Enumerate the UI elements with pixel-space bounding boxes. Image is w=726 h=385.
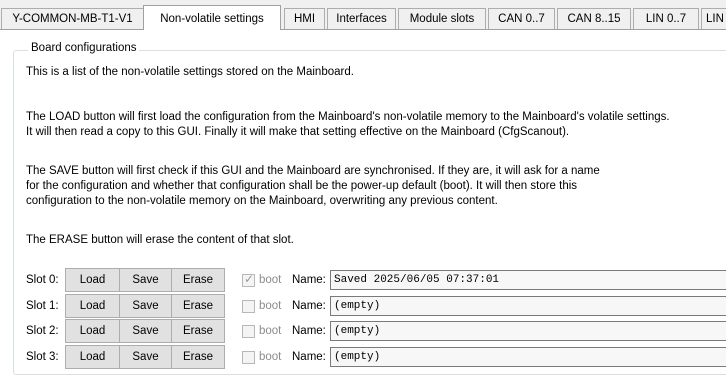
- load-description-line-1: The LOAD button will first load the conf…: [26, 111, 670, 123]
- tab-bar: Y-COMMON-MB-T1-V1 Non-volatile settings …: [0, 0, 726, 30]
- slot-3-boot-label: boot: [259, 351, 282, 363]
- slot-2-boot-checkbox[interactable]: [242, 325, 255, 338]
- slot-0-name-field[interactable]: Saved 2025/06/05 07:37:01: [330, 270, 726, 290]
- slot-0-load-button[interactable]: Load: [65, 268, 120, 292]
- save-description-line-3: configuration to the non-volatile memory…: [26, 195, 498, 207]
- slot-2-save-button[interactable]: Save: [119, 319, 172, 343]
- tab-interfaces[interactable]: Interfaces: [327, 8, 396, 29]
- slot-2-erase-button[interactable]: Erase: [171, 319, 225, 343]
- intro-text: This is a list of the non-volatile setti…: [26, 66, 354, 78]
- group-title: Board configurations: [28, 41, 140, 55]
- slot-1-name-label: Name:: [292, 300, 326, 312]
- slot-2-label: Slot 2:: [26, 325, 59, 337]
- slot-1-label: Slot 1:: [26, 300, 59, 312]
- tab-lin-more[interactable]: LIN: [701, 8, 726, 29]
- tab-can-0-7[interactable]: CAN 0..7: [488, 8, 555, 29]
- tab-can-8-15[interactable]: CAN 8..15: [557, 8, 631, 29]
- save-description-line-2: for the configuration and whether that c…: [26, 180, 578, 192]
- tab-hmi[interactable]: HMI: [284, 8, 325, 29]
- slot-1-erase-button[interactable]: Erase: [171, 294, 225, 318]
- slot-1-save-button[interactable]: Save: [119, 294, 172, 318]
- slot-1-boot-checkbox[interactable]: [242, 300, 255, 313]
- slot-3-label: Slot 3:: [26, 351, 59, 363]
- save-description-line-1: The SAVE button will first check if this…: [26, 165, 600, 177]
- tab-y-common-mb[interactable]: Y-COMMON-MB-T1-V1: [1, 8, 144, 29]
- slot-1-load-button[interactable]: Load: [65, 294, 120, 318]
- slot-2-boot-label: boot: [259, 325, 282, 337]
- slot-3-save-button[interactable]: Save: [119, 345, 172, 369]
- slot-1-boot-label: boot: [259, 300, 282, 312]
- slot-0-label: Slot 0:: [26, 274, 59, 286]
- slot-3-load-button[interactable]: Load: [65, 345, 120, 369]
- slot-2-name-label: Name:: [292, 325, 326, 337]
- tab-non-volatile-settings[interactable]: Non-volatile settings: [143, 5, 281, 30]
- slot-0-boot-label: boot: [259, 274, 282, 286]
- slot-2-load-button[interactable]: Load: [65, 319, 120, 343]
- slot-0-boot-checkbox[interactable]: ✓: [242, 272, 255, 287]
- slot-0-save-button[interactable]: Save: [119, 268, 172, 292]
- slot-2-name-field[interactable]: (empty): [330, 321, 726, 341]
- tab-lin-0-7[interactable]: LIN 0..7: [633, 8, 699, 29]
- slot-3-boot-checkbox[interactable]: [242, 351, 255, 364]
- slot-1-name-field[interactable]: (empty): [330, 296, 726, 316]
- erase-description: The ERASE button will erase the content …: [26, 234, 294, 246]
- slot-0-name-label: Name:: [292, 274, 326, 286]
- slot-3-name-label: Name:: [292, 351, 326, 363]
- load-description-line-2: It will then read a copy to this GUI. Fi…: [26, 126, 570, 138]
- slot-0-erase-button[interactable]: Erase: [171, 268, 225, 292]
- tab-module-slots[interactable]: Module slots: [398, 8, 486, 29]
- slot-3-name-field[interactable]: (empty): [330, 347, 726, 367]
- slot-3-erase-button[interactable]: Erase: [171, 345, 225, 369]
- check-mark-icon: ✓: [244, 272, 255, 286]
